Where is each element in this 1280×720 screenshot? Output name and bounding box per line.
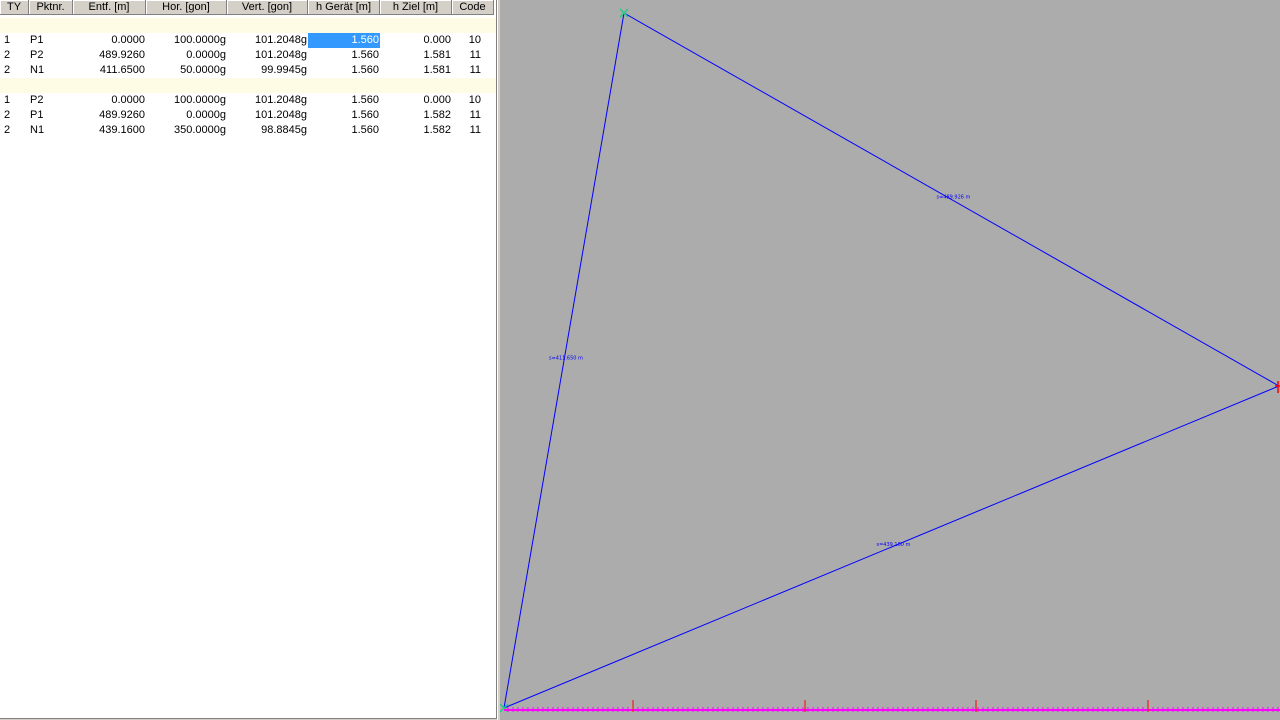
cell-hor[interactable]: 0.0000g xyxy=(146,48,227,63)
cell-h-geraet[interactable]: 1.560 xyxy=(308,63,380,78)
cell-code[interactable]: 11 xyxy=(452,63,494,78)
cell-vert[interactable]: 99.9945g xyxy=(227,63,308,78)
cell-pktnr[interactable]: N1 xyxy=(29,123,73,138)
cell-h-ziel[interactable]: 1.582 xyxy=(380,123,452,138)
cell-vert[interactable]: 101.2048g xyxy=(227,33,308,48)
cell-h-ziel[interactable]: 0.000 xyxy=(380,33,452,48)
cell-vert[interactable]: 101.2048g xyxy=(227,108,308,123)
cell-hor[interactable]: 100.0000g xyxy=(146,33,227,48)
cell-code[interactable]: 10 xyxy=(452,93,494,108)
column-header-ty[interactable]: TY xyxy=(0,0,29,15)
cell-ty[interactable]: 1 xyxy=(0,33,29,48)
app-window: TY Pktnr. Entf. [m] Hor. [gon] Vert. [gon] h … xyxy=(0,0,1280,720)
network-plot: s=489.926 m s=411.650 m s=439.160 m xyxy=(500,8,1280,713)
cell-vert[interactable]: 98.8845g xyxy=(227,123,308,138)
cell-entf[interactable]: 439.1600 xyxy=(73,123,146,138)
group-separator xyxy=(0,78,496,93)
cell-pktnr[interactable]: P2 xyxy=(29,93,73,108)
cell-hor[interactable]: 100.0000g xyxy=(146,93,227,108)
cell-h-ziel[interactable]: 1.581 xyxy=(380,48,452,63)
cell-entf[interactable]: 0.0000 xyxy=(73,33,146,48)
edge-distance-label: s=489.926 m xyxy=(937,195,971,201)
edge-distance-label: s=411.650 m xyxy=(549,356,583,362)
cell-vert[interactable]: 101.2048g xyxy=(227,93,308,108)
column-header-vert[interactable]: Vert. [gon] xyxy=(227,0,308,15)
column-header-code[interactable]: Code xyxy=(452,0,494,15)
table-row[interactable]: 2 N1 439.1600 350.0000g 98.8845g 1.560 1.582 11 xyxy=(0,123,496,138)
cell-code[interactable]: 11 xyxy=(452,108,494,123)
cell-h-geraet[interactable]: 1.560 xyxy=(308,123,380,138)
column-header-h-geraet[interactable]: h Gerät [m] xyxy=(308,0,380,15)
cell-pktnr[interactable]: N1 xyxy=(29,63,73,78)
cell-hor[interactable]: 350.0000g xyxy=(146,123,227,138)
measurement-table[interactable]: TY Pktnr. Entf. [m] Hor. [gon] Vert. [gon] h … xyxy=(0,0,497,719)
table-row[interactable]: 2 P1 489.9260 0.0000g 101.2048g 1.560 1.582 11 xyxy=(0,108,496,123)
cell-ty[interactable]: 1 xyxy=(0,93,29,108)
cell-ty[interactable]: 2 xyxy=(0,123,29,138)
cell-vert[interactable]: 101.2048g xyxy=(227,48,308,63)
column-header-hor[interactable]: Hor. [gon] xyxy=(146,0,227,15)
table-row[interactable]: 1 P1 0.0000 100.0000g 101.2048g 1.560 0.000 10 xyxy=(0,33,496,48)
cell-ty[interactable]: 2 xyxy=(0,48,29,63)
cell-hor[interactable]: 50.0000g xyxy=(146,63,227,78)
edge-distance-label: s=439.160 m xyxy=(877,542,911,548)
cell-ty[interactable]: 2 xyxy=(0,63,29,78)
cell-pktnr[interactable]: P2 xyxy=(29,48,73,63)
cell-h-geraet[interactable]: 1.560 xyxy=(308,48,380,63)
cell-entf[interactable]: 0.0000 xyxy=(73,93,146,108)
table-row[interactable]: 2 P2 489.9260 0.0000g 101.2048g 1.560 1.581 11 xyxy=(0,48,496,63)
cell-hor[interactable]: 0.0000g xyxy=(146,108,227,123)
cell-h-ziel[interactable]: 1.581 xyxy=(380,63,452,78)
cell-code[interactable]: 10 xyxy=(452,33,494,48)
cell-entf[interactable]: 489.9260 xyxy=(73,108,146,123)
column-header-entf[interactable]: Entf. [m] xyxy=(73,0,146,15)
column-header-pktnr[interactable]: Pktnr. xyxy=(29,0,73,15)
plot-canvas[interactable]: s=489.926 m s=411.650 m s=439.160 m xyxy=(500,0,1280,720)
cell-code[interactable]: 11 xyxy=(452,123,494,138)
table-header: TY Pktnr. Entf. [m] Hor. [gon] Vert. [gon] h … xyxy=(0,0,496,16)
cell-pktnr[interactable]: P1 xyxy=(29,33,73,48)
cell-h-geraet[interactable]: 1.560 xyxy=(308,93,380,108)
table-row[interactable]: 1 P2 0.0000 100.0000g 101.2048g 1.560 0.000 10 xyxy=(0,93,496,108)
cell-h-geraet[interactable]: 1.560 xyxy=(308,108,380,123)
column-header-h-ziel[interactable]: h Ziel [m] xyxy=(380,0,452,15)
cell-entf[interactable]: 489.9260 xyxy=(73,48,146,63)
group-separator xyxy=(0,18,496,33)
cell-entf[interactable]: 411.6500 xyxy=(73,63,146,78)
cell-pktnr[interactable]: P1 xyxy=(29,108,73,123)
cell-h-ziel[interactable]: 1.582 xyxy=(380,108,452,123)
cell-h-geraet[interactable]: 1.560 xyxy=(308,33,380,48)
cell-code[interactable]: 11 xyxy=(452,48,494,63)
cell-h-ziel[interactable]: 0.000 xyxy=(380,93,452,108)
cell-ty[interactable]: 2 xyxy=(0,108,29,123)
table-row[interactable]: 2 N1 411.6500 50.0000g 99.9945g 1.560 1.581 11 xyxy=(0,63,496,78)
